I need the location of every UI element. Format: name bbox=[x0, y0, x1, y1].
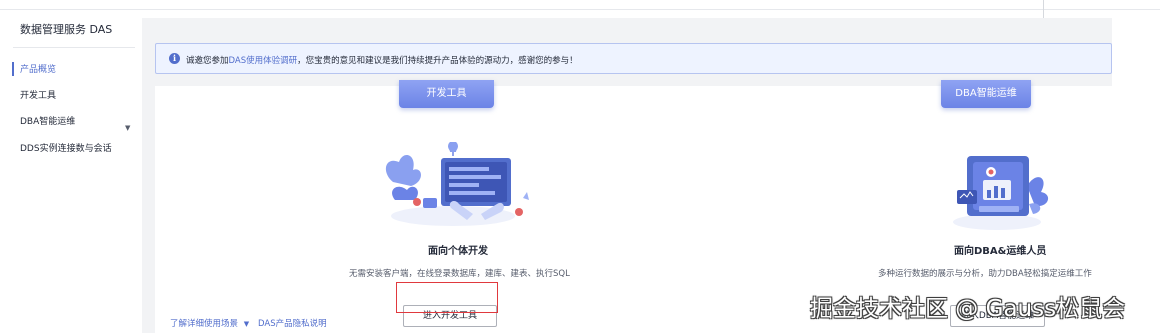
sidebar-title: 数据管理服务 DAS bbox=[20, 23, 113, 36]
card-desc-dba: 多种运行数据的展示与分析，助力DBA轻松搞定运维工作 bbox=[878, 269, 1092, 279]
dev-tools-illustration bbox=[385, 142, 529, 226]
survey-link[interactable]: DAS使用体验调研 bbox=[229, 56, 298, 66]
sidebar-divider bbox=[13, 47, 135, 48]
card-desc-dev: 无需安装客户端，在线登录数据库，建库、建表、执行SQL bbox=[349, 269, 570, 279]
usage-scenarios-label: 了解详细使用场景 bbox=[170, 319, 239, 329]
watermark: 掘金技术社区 @ Gauss松鼠会 bbox=[810, 296, 1126, 322]
notice-banner: i 诚邀您参加DAS使用体验调研，您宝贵的意见和建议是我们持续提升产品体验的源动… bbox=[155, 43, 1112, 74]
usage-scenarios-link[interactable]: 了解详细使用场景 ▼ bbox=[170, 317, 249, 329]
sidebar: 数据管理服务 DAS 产品概览 开发工具 DBA智能运维 ▼ DDS实例连接数与… bbox=[0, 10, 142, 333]
notice-prefix: 诚邀您参加 bbox=[186, 56, 229, 66]
card-title-dev: 面向个体开发 bbox=[428, 246, 488, 257]
highlight-box bbox=[396, 282, 498, 313]
sidebar-item-overview[interactable]: 产品概览 bbox=[20, 62, 56, 75]
sidebar-item-dba-ops[interactable]: DBA智能运维 bbox=[20, 114, 75, 127]
tab-dba-ops: DBA智能运维 bbox=[941, 80, 1031, 108]
sidebar-active-indicator bbox=[12, 62, 14, 76]
top-vertical-divider bbox=[1043, 0, 1044, 18]
privacy-link[interactable]: DAS产品隐私说明 bbox=[258, 317, 327, 329]
sidebar-item-dev-tools[interactable]: 开发工具 bbox=[20, 88, 56, 101]
chevron-down-icon: ▼ bbox=[243, 320, 250, 328]
top-divider bbox=[0, 9, 1160, 10]
notice-suffix: ，您宝贵的意见和建议是我们持续提升产品体验的源动力，感谢您的参与！ bbox=[297, 56, 578, 66]
card-title-dba: 面向DBA&运维人员 bbox=[954, 246, 1047, 257]
chevron-down-icon[interactable]: ▼ bbox=[125, 124, 130, 132]
info-icon: i bbox=[169, 53, 180, 64]
dba-ops-illustration bbox=[953, 156, 1049, 230]
notice-text: 诚邀您参加DAS使用体验调研，您宝贵的意见和建议是我们持续提升产品体验的源动力，… bbox=[186, 54, 578, 66]
main-content: i 诚邀您参加DAS使用体验调研，您宝贵的意见和建议是我们持续提升产品体验的源动… bbox=[142, 18, 1112, 333]
tab-dev-tools: 开发工具 bbox=[399, 80, 494, 108]
sidebar-item-dds-sessions[interactable]: DDS实例连接数与会话 bbox=[20, 141, 112, 154]
